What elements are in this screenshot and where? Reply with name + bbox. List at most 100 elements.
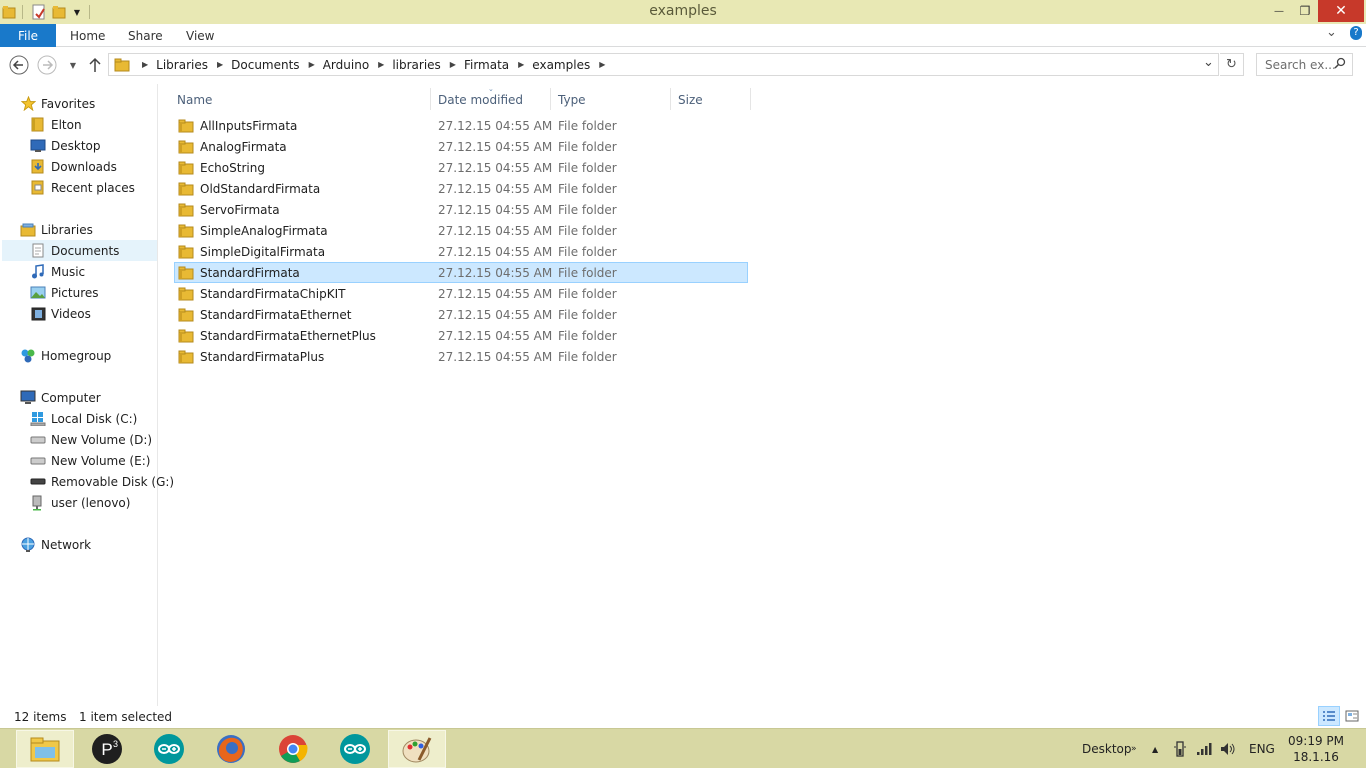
taskbar-chrome[interactable] (264, 730, 322, 768)
minimize-button[interactable]: — (1266, 0, 1292, 22)
nav-homegroup[interactable]: Homegroup (20, 345, 111, 366)
file-row[interactable]: EchoString 27.12.15 04:55 AM File folder (174, 157, 748, 178)
taskbar-paint[interactable] (388, 730, 446, 768)
search-box[interactable]: Search ex... (1256, 53, 1353, 76)
nav-new-volume-e[interactable]: New Volume (E:) (30, 450, 150, 471)
breadcrumb-arrow-icon[interactable]: ▶ (142, 60, 148, 69)
file-type: File folder (558, 286, 617, 301)
file-row[interactable]: StandardFirmataChipKIT 27.12.15 04:55 AM F… (174, 283, 748, 304)
up-button[interactable] (84, 54, 106, 76)
downloads-icon (30, 159, 46, 175)
file-name-cell: SimpleDigitalFirmata (178, 241, 325, 262)
file-name-cell: StandardFirmataEthernetPlus (178, 325, 376, 346)
close-button[interactable]: ✕ (1318, 0, 1364, 22)
chrome-icon (279, 735, 308, 763)
recent-locations-button[interactable]: ▼ (62, 54, 84, 76)
column-header-date-modified[interactable]: Date modified ⌄ (438, 85, 523, 112)
tab-view[interactable]: View (186, 24, 214, 47)
nav-desktop[interactable]: Desktop (30, 135, 101, 156)
address-dropdown-button[interactable]: ⌄ (1198, 54, 1218, 75)
large-icons-view-button[interactable] (1341, 706, 1363, 726)
taskbar-arduino[interactable] (140, 730, 198, 768)
breadcrumb-item[interactable]: libraries ▶ (392, 58, 464, 72)
file-row[interactable]: StandardFirmataEthernetPlus 27.12.15 04:5… (174, 325, 748, 346)
svg-text:P: P (101, 740, 112, 759)
breadcrumb-arrow-icon[interactable]: ▶ (217, 60, 223, 69)
up-arrow-icon (89, 57, 101, 72)
nav-recent-places[interactable]: Recent places (30, 177, 135, 198)
file-name: StandardFirmataPlus (200, 349, 325, 364)
file-row[interactable]: SimpleDigitalFirmata 27.12.15 04:55 AM Fil… (174, 241, 748, 262)
breadcrumb-item[interactable]: Documents ▶ (231, 58, 323, 72)
nav-pictures[interactable]: Pictures (30, 282, 99, 303)
file-row[interactable]: ServoFirmata 27.12.15 04:55 AM File folder (174, 199, 748, 220)
windows-drive-icon (30, 411, 46, 427)
file-row[interactable]: StandardFirmataEthernet 27.12.15 04:55 AM… (174, 304, 748, 325)
forward-button[interactable] (36, 54, 58, 76)
desktop-toolbar[interactable]: Desktop (1082, 729, 1132, 768)
tab-share[interactable]: Share (128, 24, 163, 47)
power-icon[interactable] (1172, 729, 1188, 768)
breadcrumb-item[interactable]: Libraries ▶ (156, 58, 231, 72)
tab-file[interactable]: File (0, 24, 56, 47)
file-row[interactable]: OldStandardFirmata 27.12.15 04:55 AM File … (174, 178, 748, 199)
nav-documents[interactable]: Documents (2, 240, 157, 261)
column-header-type[interactable]: Type (558, 88, 586, 112)
taskbar-arduino-2[interactable] (326, 730, 384, 768)
breadcrumb-arrow-icon[interactable]: ▶ (378, 60, 384, 69)
nav-downloads[interactable]: Downloads (30, 156, 117, 177)
file-row[interactable]: StandardFirmata 27.12.15 04:55 AM File fol… (174, 262, 748, 283)
removable-drive-icon (30, 474, 46, 490)
show-hidden-icons-icon[interactable]: ▲ (1152, 729, 1158, 768)
nav-user-lenovo[interactable]: user (lenovo) (30, 492, 130, 513)
system-clock[interactable]: 09:19 PM 18.1.16 (1286, 733, 1346, 765)
breadcrumb-item[interactable]: examples ▶ (532, 58, 613, 72)
nav-removable-disk-g[interactable]: Removable Disk (G:) (30, 471, 174, 492)
file-row[interactable]: AnalogFirmata 27.12.15 04:55 AM File folde… (174, 136, 748, 157)
nav-new-volume-d[interactable]: New Volume (D:) (30, 429, 152, 450)
nav-favorites[interactable]: Favorites (20, 93, 95, 114)
nav-local-disk-c[interactable]: Local Disk (C:) (30, 408, 137, 429)
nav-videos[interactable]: Videos (30, 303, 91, 324)
breadcrumb-arrow-icon[interactable]: ▶ (599, 60, 605, 69)
details-view-button[interactable] (1318, 706, 1340, 726)
expand-ribbon-icon[interactable]: ⌄ (1326, 25, 1337, 40)
restore-button[interactable]: ❐ (1292, 0, 1318, 22)
libraries-icon (20, 222, 36, 238)
breadcrumb-arrow-icon[interactable]: ▶ (309, 60, 315, 69)
nav-elton[interactable]: Elton (30, 114, 82, 135)
file-name-cell: AllInputsFirmata (178, 115, 297, 136)
wifi-signal-icon[interactable] (1196, 729, 1212, 768)
volume-icon[interactable] (1220, 729, 1236, 768)
input-language[interactable]: ENG (1249, 729, 1275, 768)
column-header-size[interactable]: Size (678, 88, 703, 112)
file-row[interactable]: SimpleAnalogFirmata 27.12.15 04:55 AM File… (174, 220, 748, 241)
nav-computer[interactable]: Computer (20, 387, 101, 408)
breadcrumb-arrow-icon[interactable]: ▶ (450, 60, 456, 69)
breadcrumb-arrow-icon[interactable]: ▶ (518, 60, 524, 69)
file-row[interactable]: StandardFirmataPlus 27.12.15 04:55 AM File… (174, 346, 748, 367)
taskbar-file-explorer[interactable] (16, 730, 74, 768)
address-bar[interactable]: ▶ Libraries ▶ Documents ▶ Arduino ▶ librari… (108, 53, 1219, 76)
tab-home[interactable]: Home (70, 24, 105, 47)
back-button[interactable] (8, 54, 30, 76)
nav-music[interactable]: Music (30, 261, 85, 282)
search-input[interactable]: Search ex... (1265, 58, 1336, 72)
window-title: examples (649, 3, 717, 19)
file-name: StandardFirmataChipKIT (200, 286, 346, 301)
desktop-toolbar-chevron-icon[interactable]: » (1131, 729, 1137, 768)
clock-time: 09:19 PM (1288, 734, 1344, 748)
file-row[interactable]: AllInputsFirmata 27.12.15 04:55 AM File fo… (174, 115, 748, 136)
column-header-name[interactable]: Name (177, 88, 212, 112)
folder-icon (178, 266, 194, 280)
breadcrumb-item[interactable]: Firmata ▶ (464, 58, 532, 72)
nav-network[interactable]: Network (20, 534, 91, 555)
breadcrumb-item[interactable]: Arduino ▶ (323, 58, 393, 72)
refresh-button[interactable]: ↻ (1220, 53, 1244, 76)
minimize-icon: — (1274, 5, 1284, 17)
taskbar-firefox[interactable] (202, 730, 260, 768)
help-icon[interactable]: ? (1350, 26, 1362, 40)
taskbar-processing[interactable]: P3 (78, 730, 136, 768)
nav-libraries[interactable]: Libraries (20, 219, 93, 240)
folder-icon (178, 161, 194, 175)
